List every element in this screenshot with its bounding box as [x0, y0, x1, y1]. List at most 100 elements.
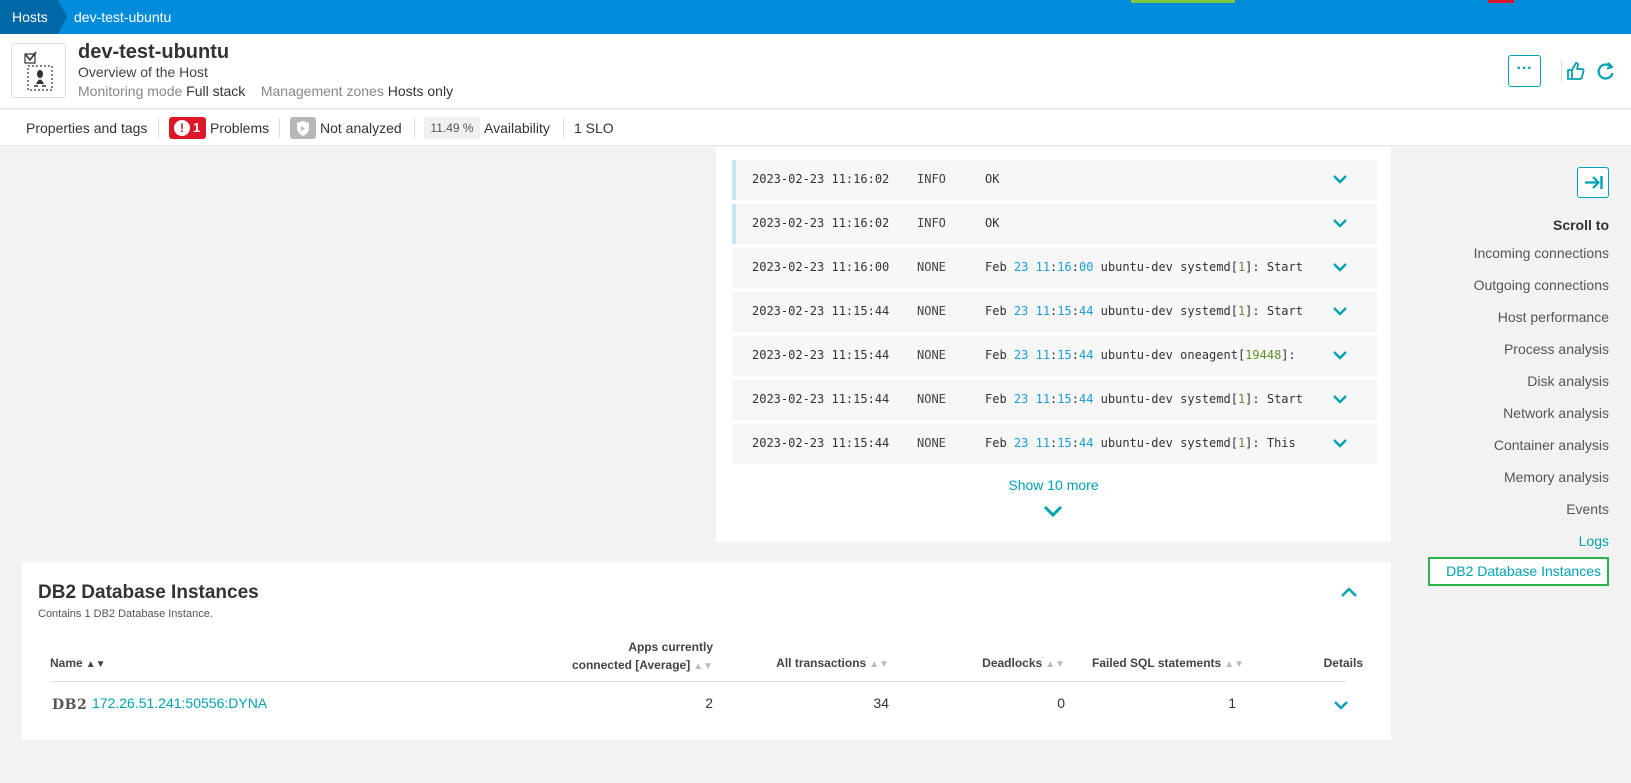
monitoring-mode-label: Monitoring mode	[78, 83, 183, 99]
section-title: DB2 Database Instances	[38, 582, 259, 603]
chevron-down-icon[interactable]	[1332, 437, 1348, 449]
scroll-to-host-performance[interactable]: Host performance	[1498, 309, 1609, 325]
header-divider	[1561, 60, 1562, 82]
log-row[interactable]: 2023-02-23 11:15:44 NONE Feb 23 11:15:44…	[732, 336, 1377, 376]
monitoring-mode-value: Full stack	[186, 83, 246, 99]
log-message: Feb 23 11:15:44 ubuntu-dev systemd[1]: T…	[985, 436, 1296, 450]
log-level: INFO	[917, 172, 946, 186]
top-accent-pink	[1488, 0, 1514, 3]
logs-card: 2023-02-23 11:16:02 INFO OK 2023-02-23 1…	[716, 147, 1391, 542]
sort-icon: ▲▼	[1224, 659, 1244, 670]
tab-availability[interactable]: Availability	[484, 110, 550, 146]
column-header-all-transactions[interactable]: All transactions ▲▼	[776, 656, 889, 670]
chevron-up-icon[interactable]	[1340, 586, 1358, 598]
log-level: NONE	[917, 260, 946, 274]
page-header: dev-test-ubuntu Overview of the Host Mon…	[0, 34, 1631, 109]
cell-failed-sql: 1	[1228, 695, 1236, 711]
log-timestamp: 2023-02-23 11:15:44	[752, 304, 890, 318]
chevron-down-icon[interactable]	[1332, 305, 1348, 317]
tab-problems[interactable]: Problems	[210, 110, 269, 146]
chevron-down-icon[interactable]	[1332, 349, 1348, 361]
more-actions-button[interactable]: ···	[1508, 55, 1541, 87]
chevron-down-icon[interactable]	[1332, 261, 1348, 273]
log-timestamp: 2023-02-23 11:16:02	[752, 216, 890, 230]
chevron-down-icon[interactable]	[1333, 699, 1349, 711]
collapse-panel-button[interactable]	[1577, 167, 1609, 198]
collapse-right-icon	[1585, 176, 1603, 189]
tab-divider	[563, 118, 564, 138]
log-message: Feb 23 11:15:44 ubuntu-dev systemd[1]: S…	[985, 304, 1303, 318]
page-subtitle: Overview of the Host	[78, 64, 208, 80]
scroll-to-memory-analysis[interactable]: Memory analysis	[1504, 469, 1609, 485]
log-row[interactable]: 2023-02-23 11:15:44 NONE Feb 23 11:15:44…	[732, 380, 1377, 420]
log-timestamp: 2023-02-23 11:16:00	[752, 260, 890, 274]
log-row[interactable]: 2023-02-23 11:16:00 NONE Feb 23 11:16:00…	[732, 248, 1377, 288]
scroll-to-container-analysis[interactable]: Container analysis	[1494, 437, 1609, 453]
log-row[interactable]: 2023-02-23 11:16:02 INFO OK	[732, 204, 1377, 244]
top-accent-green	[1131, 0, 1235, 3]
breadcrumb-separator	[58, 0, 67, 34]
db2-instances-card: DB2 Database Instances Contains 1 DB2 Da…	[22, 562, 1391, 740]
scroll-to-network-analysis[interactable]: Network analysis	[1503, 405, 1609, 421]
cell-apps-connected: 2	[705, 695, 713, 711]
log-severity-bar	[732, 160, 736, 200]
breadcrumb-hosts[interactable]: Hosts	[0, 0, 58, 34]
tab-properties-and-tags[interactable]: Properties and tags	[26, 110, 147, 146]
scroll-to-disk-analysis[interactable]: Disk analysis	[1527, 373, 1609, 389]
breadcrumb: Hosts dev-test-ubuntu	[0, 0, 1631, 34]
scroll-to-logs[interactable]: Logs	[1579, 533, 1609, 549]
log-level: NONE	[917, 304, 946, 318]
problems-count: 1	[193, 120, 201, 135]
tab-divider	[414, 118, 415, 138]
linux-host-icon	[11, 43, 66, 98]
alert-icon: !	[174, 120, 190, 136]
problems-badge[interactable]: ! 1	[169, 117, 206, 139]
scroll-to-title: Scroll to	[1552, 217, 1609, 233]
column-header-deadlocks[interactable]: Deadlocks ▲▼	[982, 656, 1065, 670]
log-message: Feb 23 11:15:44 ubuntu-dev oneagent[1944…	[985, 348, 1296, 362]
management-zones-label: Management zones	[260, 83, 384, 99]
sort-icon: ▲▼	[85, 659, 106, 670]
log-severity-bar	[732, 204, 736, 244]
cell-deadlocks: 0	[1057, 695, 1065, 711]
column-header-details: Details	[1323, 656, 1363, 670]
chevron-down-icon[interactable]	[1332, 173, 1348, 185]
log-row[interactable]: 2023-02-23 11:15:44 NONE Feb 23 11:15:44…	[732, 292, 1377, 332]
thumbs-up-icon[interactable]	[1563, 58, 1589, 84]
breadcrumb-current[interactable]: dev-test-ubuntu	[74, 0, 171, 34]
scroll-to-process-analysis[interactable]: Process analysis	[1504, 341, 1609, 357]
log-timestamp: 2023-02-23 11:15:44	[752, 348, 890, 362]
column-header-failed-sql[interactable]: Failed SQL statements ▲▼	[1092, 656, 1244, 670]
refresh-icon[interactable]	[1592, 58, 1618, 84]
db2-instance-link[interactable]: 172.26.51.241:50556:DYNA	[92, 695, 267, 711]
log-row[interactable]: 2023-02-23 11:15:44 NONE Feb 23 11:15:44…	[732, 424, 1377, 464]
host-info-bar: Properties and tags ! 1 Problems Not ana…	[0, 110, 1631, 146]
availability-value: 11.49 %	[424, 117, 480, 139]
scroll-to-outgoing-connections[interactable]: Outgoing connections	[1474, 277, 1609, 293]
log-message: OK	[985, 216, 1000, 230]
scroll-to-db2-database-instances[interactable]: DB2 Database Instances	[1428, 557, 1609, 586]
tab-not-analyzed[interactable]: Not analyzed	[320, 110, 402, 146]
chevron-down-icon[interactable]	[1332, 393, 1348, 405]
log-level: NONE	[917, 348, 946, 362]
scroll-to-events[interactable]: Events	[1566, 501, 1609, 517]
log-row[interactable]: 2023-02-23 11:16:02 INFO OK	[732, 160, 1377, 200]
scroll-to-incoming-connections[interactable]: Incoming connections	[1474, 245, 1609, 261]
section-subtitle: Contains 1 DB2 Database Instance.	[38, 608, 213, 620]
column-header-name[interactable]: Name ▲▼	[50, 656, 105, 670]
chevron-down-icon[interactable]	[1332, 217, 1348, 229]
log-level: NONE	[917, 436, 946, 450]
show-more-link[interactable]: Show 10 more	[716, 477, 1391, 493]
tab-divider	[158, 118, 159, 138]
db2-logo-icon: DB2	[52, 697, 88, 713]
tab-slo[interactable]: 1 SLO	[574, 110, 614, 146]
log-timestamp: 2023-02-23 11:16:02	[752, 172, 890, 186]
log-message: Feb 23 11:15:44 ubuntu-dev systemd[1]: S…	[985, 392, 1303, 406]
chevron-down-icon[interactable]	[1042, 504, 1064, 518]
column-header-apps-connected[interactable]: Apps currently connected [Average] ▲▼	[572, 638, 713, 676]
log-timestamp: 2023-02-23 11:15:44	[752, 392, 890, 406]
sort-icon: ▲▼	[1045, 659, 1065, 670]
log-level: NONE	[917, 392, 946, 406]
log-timestamp: 2023-02-23 11:15:44	[752, 436, 890, 450]
shield-icon	[290, 117, 316, 139]
